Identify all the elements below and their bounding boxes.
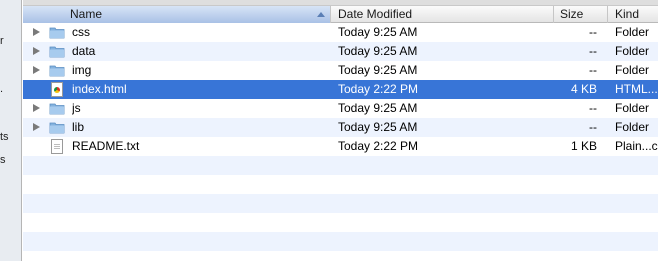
folder-icon [49,27,65,39]
sort-ascending-icon [317,12,325,17]
file-name: lib [72,120,85,134]
folder-icon [49,122,65,134]
file-size: -- [589,44,597,58]
column-header-label: Kind [615,7,640,21]
column-header-size[interactable]: Size [554,6,608,23]
file-size: 1 KB [570,139,597,153]
sidebar-text-fragment[interactable]: r [0,35,4,47]
folder-icon [49,46,65,58]
file-row-lib[interactable]: lib Today 9:25 AM -- Folder [23,118,658,137]
file-list-view: Name Date Modified Size Kind css Today 9… [23,0,658,261]
empty-row [23,251,658,261]
folder-icon [49,103,65,115]
file-row-js[interactable]: js Today 9:25 AM -- Folder [23,99,658,118]
column-header-label: Name [70,7,103,21]
file-kind: Folder [615,25,650,39]
file-date-modified: Today 9:25 AM [338,63,418,77]
disclosure-triangle-icon[interactable] [33,47,40,55]
file-date-modified: Today 2:22 PM [338,82,419,96]
file-size: -- [589,63,597,77]
column-header-date-modified[interactable]: Date Modified [331,6,554,23]
column-header-label: Date Modified [338,7,413,21]
column-header-name[interactable]: Name [23,6,331,23]
column-header-label: Size [560,7,584,21]
column-header-bar: Name Date Modified Size Kind [23,6,658,23]
file-date-modified: Today 9:25 AM [338,101,418,115]
folder-icon [49,65,65,77]
sidebar-text-fragment[interactable]: ts [0,131,9,143]
file-size: 4 KB [570,82,597,96]
file-kind: Folder [615,120,650,134]
file-kind: Folder [615,101,650,115]
column-header-kind[interactable]: Kind [608,6,658,23]
file-kind: Folder [615,44,650,58]
file-name: index.html [72,82,127,96]
file-row-img[interactable]: img Today 9:25 AM -- Folder [23,61,658,80]
sidebar-text-fragment[interactable]: . [0,83,3,95]
empty-row [23,213,658,232]
html-file-icon [51,82,63,97]
disclosure-triangle-icon[interactable] [33,28,40,36]
file-date-modified: Today 9:25 AM [338,25,418,39]
disclosure-triangle-icon[interactable] [33,123,40,131]
file-row-readme[interactable]: README.txt Today 2:22 PM 1 KB Plain...c [23,137,658,156]
disclosure-triangle-icon[interactable] [33,104,40,112]
empty-row [23,194,658,213]
file-kind: HTML... [615,82,658,96]
disclosure-triangle-icon[interactable] [33,66,40,74]
file-kind: Plain...c [615,139,658,153]
file-name: README.txt [72,139,140,153]
empty-row [23,232,658,251]
file-name: js [72,101,81,115]
file-row-css[interactable]: css Today 9:25 AM -- Folder [23,23,658,42]
file-name: data [72,44,96,58]
file-row-data[interactable]: data Today 9:25 AM -- Folder [23,42,658,61]
empty-row [23,175,658,194]
file-kind: Folder [615,63,650,77]
file-size: -- [589,101,597,115]
file-name: img [72,63,92,77]
empty-row [23,156,658,175]
file-date-modified: Today 2:22 PM [338,139,419,153]
file-date-modified: Today 9:25 AM [338,120,418,134]
sidebar-text-fragment[interactable]: s [0,154,6,166]
file-row-index-html[interactable]: index.html Today 2:22 PM 4 KB HTML... [23,80,658,99]
file-date-modified: Today 9:25 AM [338,44,418,58]
sidebar-panel: r . ts s [0,0,22,261]
file-size: -- [589,120,597,134]
text-file-icon [51,139,63,154]
file-size: -- [589,25,597,39]
file-name: css [72,25,90,39]
